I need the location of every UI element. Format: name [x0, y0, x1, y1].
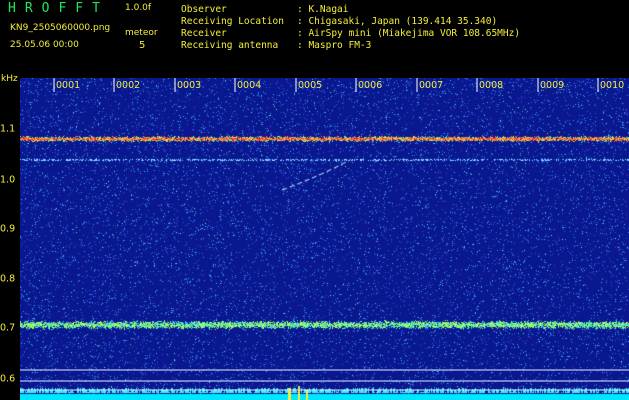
time-tick-label: 0001 [56, 80, 81, 91]
antenna-value: : Maspro FM-3 [297, 40, 372, 51]
receiver-value: : AirSpy mini (Miakejima VOR 108.65MHz) [297, 28, 521, 39]
observer-label: Observer [181, 4, 227, 15]
spectrogram-plot: 0001 0002 0003 0004 0005 0006 0007 0008 … [20, 78, 629, 400]
time-tick-label: 0009 [540, 80, 565, 91]
y-tick-label: 1.1 [0, 123, 16, 135]
app-title: HROFFT [8, 1, 109, 16]
antenna-label: Receiving antenna [181, 40, 279, 51]
time-tick-label: 0003 [177, 80, 202, 91]
observer-value: : K.Nagai [297, 4, 349, 15]
time-tick-label: 0002 [116, 80, 141, 91]
time-tick-label: 0010 [600, 80, 625, 91]
time-tick-label: 0007 [419, 80, 444, 91]
location-label: Receiving Location [181, 16, 284, 27]
y-tick-label: 1.0 [0, 174, 16, 186]
y-tick-label: 0.8 [0, 273, 16, 285]
time-tick-label: 0008 [479, 80, 504, 91]
frequency-unit-label: kHz [1, 74, 18, 84]
time-tick-label: 0004 [237, 80, 262, 91]
location-value: : Chigasaki, Japan (139.414 35.340) [297, 16, 498, 27]
y-tick-label: 0.7 [0, 322, 16, 334]
y-tick-label: 0.6 [0, 373, 16, 385]
time-tick-label: 0005 [298, 80, 323, 91]
receiver-label: Receiver [181, 28, 227, 39]
mode-value: 5 [139, 40, 146, 51]
time-tick-label: 0006 [358, 80, 383, 91]
timestamp-label: 25.05.06 00:00 [10, 40, 79, 50]
version-label: 1.0.0f [125, 3, 152, 13]
mode-label: meteor [125, 28, 158, 38]
y-tick-label: 0.9 [0, 223, 16, 235]
spectrogram-overlay [20, 78, 629, 391]
filename-label: KN9_2505060000.png [10, 23, 111, 33]
